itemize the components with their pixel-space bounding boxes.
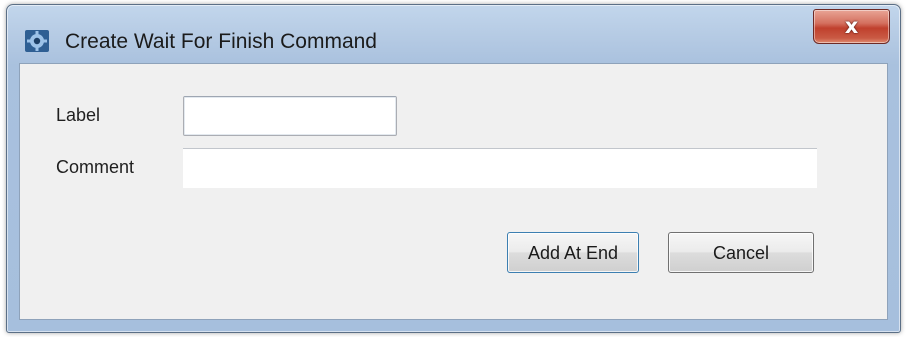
close-icon: x xyxy=(844,14,859,38)
cancel-button[interactable]: Cancel xyxy=(668,232,814,273)
close-button[interactable]: x xyxy=(813,9,890,44)
comment-caption: Comment xyxy=(56,157,135,177)
window-title: Create Wait For Finish Command xyxy=(65,30,377,53)
dialog-body: Label Comment Add At End Cancel xyxy=(19,63,888,320)
add-at-end-button[interactable]: Add At End xyxy=(507,232,639,273)
dialog-window: Create Wait For Finish Command x Label C… xyxy=(6,4,901,333)
label-caption: Label xyxy=(56,105,101,125)
app-gear-icon xyxy=(24,29,50,53)
comment-input[interactable] xyxy=(183,148,817,188)
title-bar[interactable]: Create Wait For Finish Command x xyxy=(7,5,900,63)
label-input[interactable] xyxy=(183,96,397,136)
